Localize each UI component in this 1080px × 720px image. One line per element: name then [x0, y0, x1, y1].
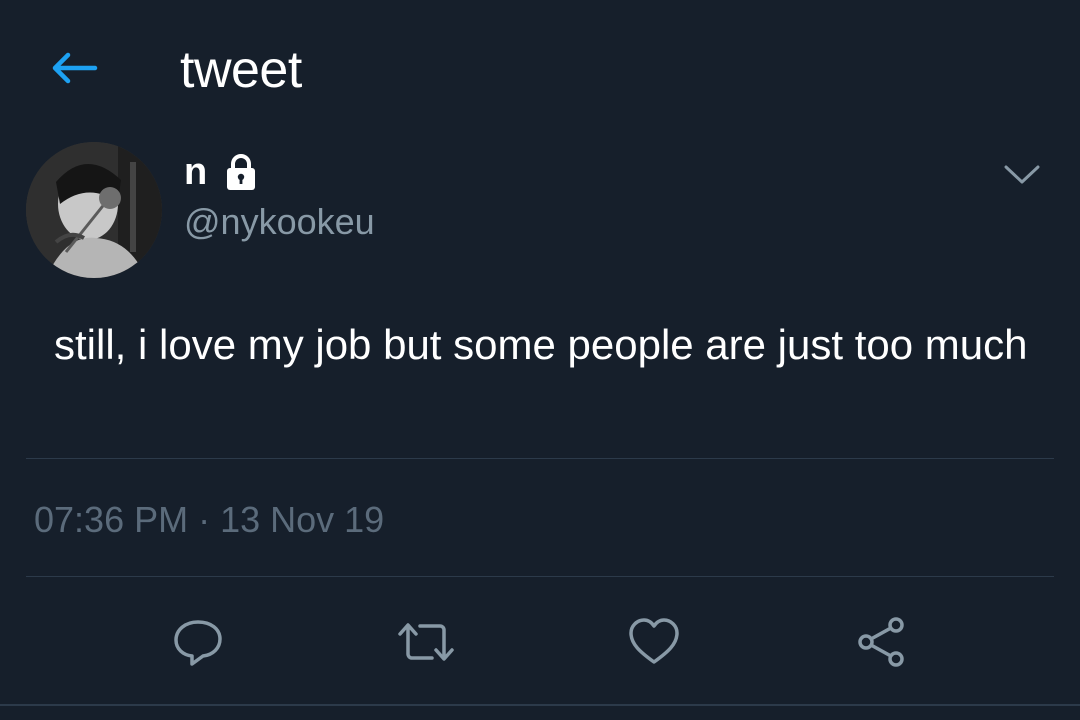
share-button[interactable]: [850, 610, 914, 674]
tweet-timestamp[interactable]: 07:36 PM · 13 Nov 19: [34, 498, 384, 542]
share-icon: [858, 617, 904, 667]
tweet-menu-button[interactable]: [1000, 154, 1044, 194]
avatar-photo: [26, 142, 162, 278]
avatar[interactable]: [26, 142, 162, 278]
like-button[interactable]: [622, 610, 686, 674]
lock-icon: [221, 152, 261, 192]
arrow-left-icon: [52, 52, 98, 84]
retweet-button[interactable]: [394, 610, 458, 674]
reply-button[interactable]: [166, 610, 230, 674]
tweet-text: still, i love my job but some people are…: [54, 321, 1028, 368]
tweet-actions: [0, 600, 1080, 680]
back-button[interactable]: [44, 46, 104, 90]
display-name[interactable]: n: [184, 150, 207, 194]
speech-bubble-icon: [174, 620, 222, 666]
author-handle[interactable]: @nykookeu: [184, 200, 375, 244]
divider: [26, 458, 1054, 459]
divider: [26, 576, 1054, 577]
author-name-row: n: [184, 148, 375, 196]
chevron-down-icon: [1004, 165, 1040, 184]
tweet-author: n @nykookeu: [184, 148, 375, 244]
heart-icon: [629, 618, 679, 664]
top-bar: tweet: [0, 0, 1080, 130]
retweet-icon: [398, 623, 454, 661]
bottom-divider: [0, 704, 1080, 706]
page-title: tweet: [180, 41, 302, 99]
